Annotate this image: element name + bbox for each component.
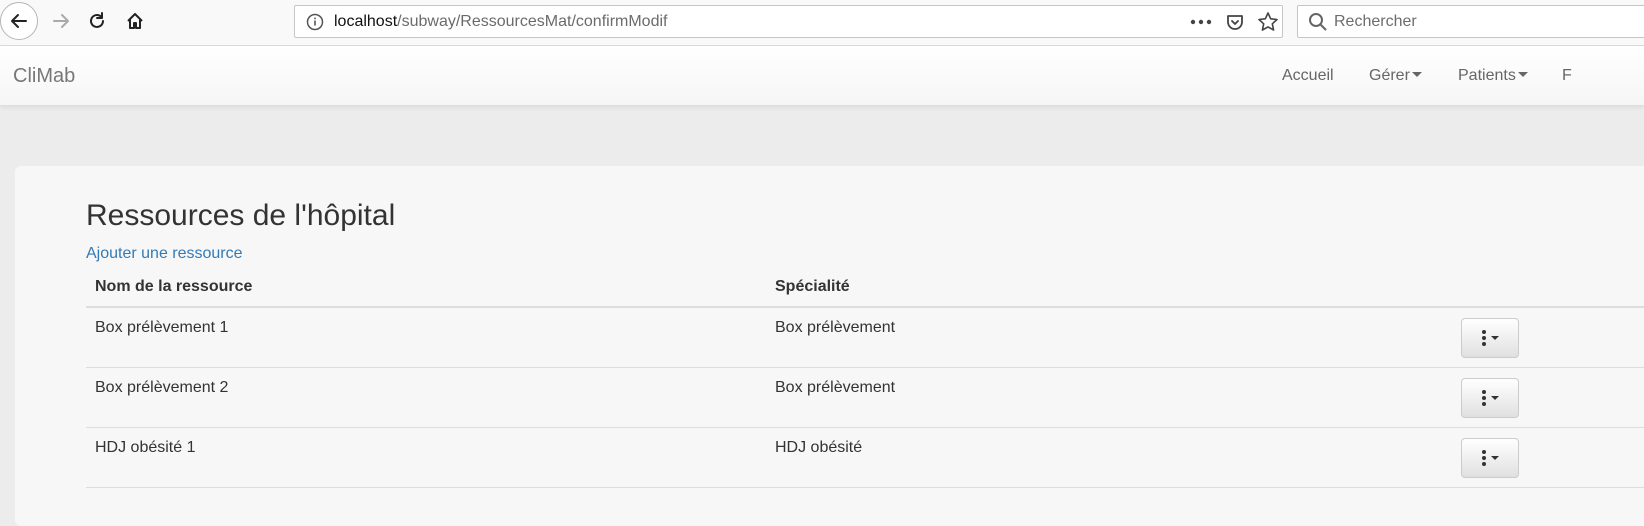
url-host: localhost: [334, 13, 398, 30]
cell-actions: [1444, 367, 1644, 428]
row-actions-button[interactable]: [1461, 438, 1519, 478]
resource-specialite: HDJ obésité: [775, 439, 863, 456]
nav-gerer-label: Gérer: [1369, 67, 1410, 84]
back-button[interactable]: [0, 2, 38, 40]
brand-link[interactable]: CliMab: [13, 65, 75, 88]
page-title: Ressources de l'hôpital: [86, 199, 396, 232]
reload-button[interactable]: [78, 2, 116, 40]
cell-name: Box prélèvement 1: [86, 307, 766, 368]
caret-down-icon: [1517, 71, 1528, 77]
pocket-icon[interactable]: [1223, 10, 1247, 34]
resource-name: Box prélèvement 1: [95, 319, 229, 336]
bookmark-star-icon[interactable]: [1256, 10, 1280, 34]
table-row: Box prélèvement 1 Box prélèvement: [86, 307, 1644, 368]
home-icon: [127, 13, 143, 29]
caret-down-icon: [1490, 456, 1499, 460]
cell-name: Box prélèvement 2: [86, 367, 766, 428]
kebab-menu-icon: [1481, 330, 1486, 346]
url-path: /subway/RessourcesMat/confirmModif: [397, 13, 668, 30]
nav-patients-label: Patients: [1458, 67, 1516, 84]
table-header-row: Nom de la ressource Spécialité: [86, 268, 1644, 308]
more-icon[interactable]: [1189, 10, 1213, 34]
cell-actions: [1444, 307, 1644, 368]
caret-down-icon: [1490, 396, 1499, 400]
nav-truncated-label: F: [1562, 67, 1572, 84]
forward-arrow-icon: [53, 14, 69, 28]
nav-gerer-dropdown[interactable]: Gérer: [1369, 67, 1422, 85]
add-resource-link[interactable]: Ajouter une ressource: [86, 245, 243, 263]
forward-button[interactable]: [42, 2, 80, 40]
table-row: HDJ obésité 1 HDJ obésité: [86, 427, 1644, 488]
table-row: Box prélèvement 2 Box prélèvement: [86, 367, 1644, 428]
cell-actions: [1444, 427, 1644, 488]
header-specialite: Spécialité: [766, 268, 1444, 308]
nav-truncated[interactable]: F: [1562, 67, 1572, 85]
back-arrow-icon: [11, 14, 27, 28]
resource-specialite: Box prélèvement: [775, 379, 896, 396]
cell-specialite: Box prélèvement: [766, 367, 1444, 428]
row-actions-button[interactable]: [1461, 318, 1519, 358]
resource-name: Box prélèvement 2: [95, 379, 229, 396]
resource-name: HDJ obésité 1: [95, 439, 196, 456]
home-button[interactable]: [116, 2, 154, 40]
cell-specialite: HDJ obésité: [766, 427, 1444, 488]
row-actions-button[interactable]: [1461, 378, 1519, 418]
cell-name: HDJ obésité 1: [86, 427, 766, 488]
kebab-menu-icon: [1481, 390, 1486, 406]
app-navbar: CliMab Accueil Gérer Patients F: [0, 46, 1644, 106]
cell-specialite: Box prélèvement: [766, 307, 1444, 368]
nav-patients-dropdown[interactable]: Patients: [1458, 67, 1528, 85]
info-icon[interactable]: [305, 12, 325, 32]
resource-specialite: Box prélèvement: [775, 319, 896, 336]
header-name: Nom de la ressource: [86, 268, 766, 308]
search-icon: [1309, 13, 1327, 31]
caret-down-icon: [1411, 71, 1422, 77]
caret-down-icon: [1490, 336, 1499, 340]
nav-accueil[interactable]: Accueil: [1282, 67, 1334, 85]
resources-table: Nom de la ressource Spécialité Box prélè…: [86, 268, 1644, 488]
url-bar[interactable]: localhost/subway/RessourcesMat/confirmMo…: [294, 5, 1283, 38]
kebab-menu-icon: [1481, 450, 1486, 466]
reload-icon: [90, 12, 104, 28]
browser-search-bar[interactable]: [1297, 5, 1644, 38]
nav-accueil-label: Accueil: [1282, 67, 1334, 84]
search-input[interactable]: [1334, 6, 1634, 37]
header-actions: [1444, 268, 1644, 308]
browser-toolbar: localhost/subway/RessourcesMat/confirmMo…: [0, 0, 1644, 46]
url-text[interactable]: localhost/subway/RessourcesMat/confirmMo…: [334, 13, 667, 31]
